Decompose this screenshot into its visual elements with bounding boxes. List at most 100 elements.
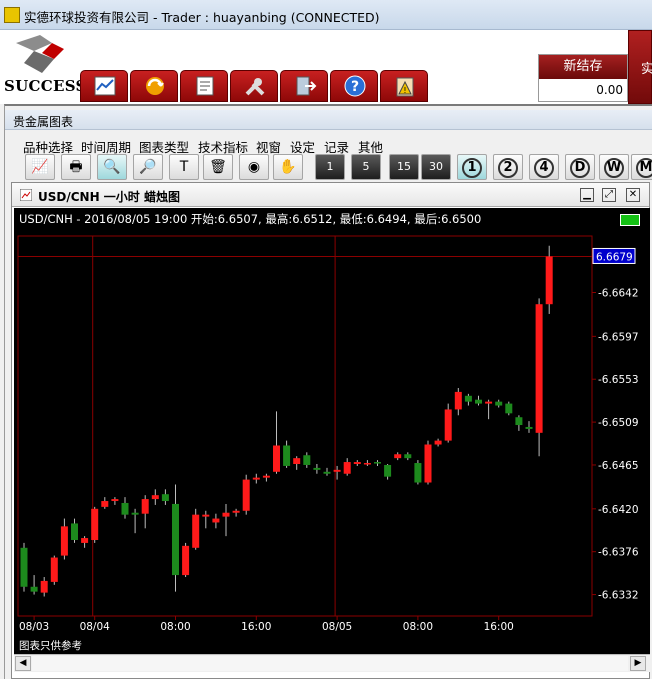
- zoom-in-button[interactable]: 🔍: [97, 154, 127, 180]
- candle-body[interactable]: [232, 510, 240, 513]
- candle-body[interactable]: [505, 403, 513, 414]
- candle-body[interactable]: [293, 458, 301, 464]
- x-tick-label: 08/05: [322, 621, 352, 633]
- candle-body[interactable]: [384, 464, 392, 477]
- period-button-1[interactable]: 5: [351, 154, 381, 180]
- candle-body[interactable]: [131, 512, 139, 515]
- candle-body[interactable]: [475, 399, 482, 404]
- realtime-panel-edge[interactable]: 实: [628, 30, 652, 104]
- line-chart-button[interactable]: 📈: [25, 154, 55, 180]
- candle-body[interactable]: [30, 586, 38, 592]
- candle-body[interactable]: [333, 469, 341, 472]
- toolbar-button-refresh[interactable]: [130, 70, 178, 102]
- candle-body[interactable]: [273, 445, 280, 472]
- toolbar-button-clipboard-alert[interactable]: !: [380, 70, 428, 102]
- line-chart-icon: 📈: [31, 159, 49, 175]
- candle-body[interactable]: [313, 467, 321, 470]
- period-button-5[interactable]: 2: [493, 154, 523, 180]
- candle-body[interactable]: [141, 499, 149, 514]
- candle-body[interactable]: [242, 479, 250, 511]
- y-tick-label: -6.6465: [598, 460, 639, 472]
- candle-body[interactable]: [535, 304, 543, 433]
- y-tick-label: -6.6376: [598, 547, 639, 559]
- period-button-2[interactable]: 15: [389, 154, 419, 180]
- scroll-right-icon[interactable]: ▶: [630, 656, 646, 671]
- candle-body[interactable]: [545, 256, 553, 305]
- candle-body[interactable]: [464, 395, 472, 402]
- candlestick-chart[interactable]: -6.6332 -6.6376 -6.6420 -6.6465 -6.6509 -6.65…: [14, 232, 650, 636]
- toolbar-button-exit[interactable]: [280, 70, 328, 102]
- period-button-3[interactable]: 30: [421, 154, 451, 180]
- candle-body[interactable]: [404, 454, 412, 459]
- period-button-9[interactable]: M: [631, 154, 652, 180]
- candle-body[interactable]: [172, 503, 179, 576]
- delete-button[interactable]: 🗑: [203, 154, 233, 180]
- toolbar-button-tools[interactable]: [230, 70, 278, 102]
- x-tick-label: 08:00: [160, 621, 190, 633]
- text-tool-button[interactable]: T: [169, 154, 199, 180]
- candle-body[interactable]: [60, 526, 68, 556]
- restore-icon[interactable]: ⤢: [602, 188, 616, 202]
- period-button-8[interactable]: W: [599, 154, 629, 180]
- print-button[interactable]: 🖶: [61, 154, 91, 180]
- close-icon[interactable]: ✕: [626, 188, 640, 202]
- candle-body[interactable]: [71, 523, 78, 540]
- help-icon: ?: [344, 75, 366, 97]
- zoom-out-button[interactable]: 🔎: [133, 154, 163, 180]
- period-label-6: 4: [534, 158, 554, 178]
- candle-body[interactable]: [20, 547, 28, 587]
- candle-body[interactable]: [222, 512, 230, 517]
- candle-body[interactable]: [363, 463, 371, 465]
- candle-body[interactable]: [50, 557, 58, 582]
- candle-body[interactable]: [202, 514, 210, 517]
- candle-body[interactable]: [343, 462, 351, 474]
- candle-body[interactable]: [394, 454, 402, 459]
- zoom-in-icon: 🔍: [103, 159, 121, 175]
- period-button-7[interactable]: D: [565, 154, 595, 180]
- scrollbar-track[interactable]: [32, 656, 628, 671]
- candle-body[interactable]: [111, 499, 119, 502]
- candle-body[interactable]: [182, 545, 190, 576]
- candle-body[interactable]: [323, 471, 331, 474]
- new-margin-label: 新结存: [539, 55, 627, 79]
- candle-body[interactable]: [495, 401, 503, 406]
- candle-body[interactable]: [444, 409, 452, 441]
- candle-body[interactable]: [192, 514, 200, 548]
- period-button-0[interactable]: 1: [315, 154, 345, 180]
- candle-body[interactable]: [161, 494, 169, 502]
- horizontal-scrollbar[interactable]: ◀ ▶: [14, 654, 650, 672]
- candle-body[interactable]: [454, 391, 462, 410]
- period-button-4[interactable]: 1: [457, 154, 487, 180]
- period-button-6[interactable]: 4: [529, 154, 559, 180]
- toolbar-button-chart[interactable]: [80, 70, 128, 102]
- candle-body[interactable]: [414, 463, 422, 483]
- chart-plot-area[interactable]: USD/CNH - 2016/08/05 19:00 开始:6.6507, 最高…: [14, 208, 650, 654]
- candle-body[interactable]: [81, 538, 89, 543]
- candle-body[interactable]: [303, 455, 311, 465]
- minimize-icon[interactable]: ▁: [580, 188, 594, 202]
- candle-body[interactable]: [353, 462, 361, 464]
- chart-window-title-bar: USD/CNH 一小时 蜡烛图 ▁ ⤢ ✕: [12, 183, 649, 207]
- ohlc-info-bar: USD/CNH - 2016/08/05 19:00 开始:6.6507, 最高…: [14, 208, 650, 230]
- candle-body[interactable]: [151, 495, 159, 500]
- candle-body[interactable]: [515, 417, 523, 426]
- scroll-left-icon[interactable]: ◀: [15, 656, 31, 671]
- candle-body[interactable]: [252, 477, 260, 480]
- candle-body[interactable]: [374, 462, 381, 464]
- zoom-out-icon: 🔎: [139, 159, 157, 175]
- candle-body[interactable]: [101, 501, 109, 507]
- toolbar-button-help[interactable]: ?: [330, 70, 378, 102]
- candle-body[interactable]: [121, 502, 129, 515]
- candle-body[interactable]: [424, 444, 432, 483]
- candle-body[interactable]: [434, 440, 442, 445]
- candle-body[interactable]: [525, 426, 533, 429]
- candle-body[interactable]: [91, 508, 99, 540]
- candle-body[interactable]: [485, 401, 493, 404]
- record-button[interactable]: ◉: [239, 154, 269, 180]
- candle-body[interactable]: [262, 475, 270, 478]
- candle-body[interactable]: [283, 445, 291, 466]
- candle-body[interactable]: [212, 518, 220, 523]
- clear-button[interactable]: ✋: [273, 154, 303, 180]
- toolbar-button-notes[interactable]: [180, 70, 228, 102]
- candle-body[interactable]: [40, 580, 48, 593]
